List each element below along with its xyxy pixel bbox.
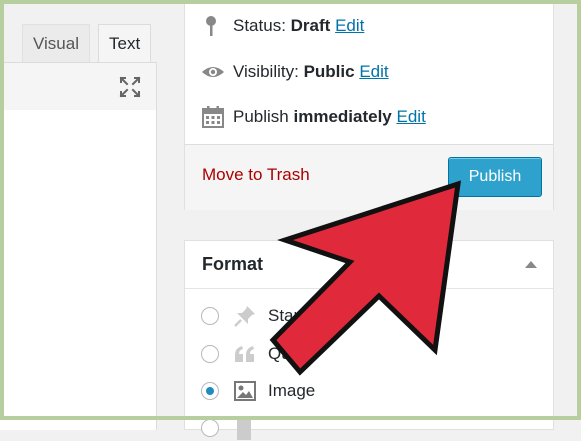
- format-radio-partial[interactable]: [201, 419, 219, 437]
- pointer-arrow-icon: [269, 180, 462, 376]
- pointer-arrow-annotation: [269, 180, 462, 376]
